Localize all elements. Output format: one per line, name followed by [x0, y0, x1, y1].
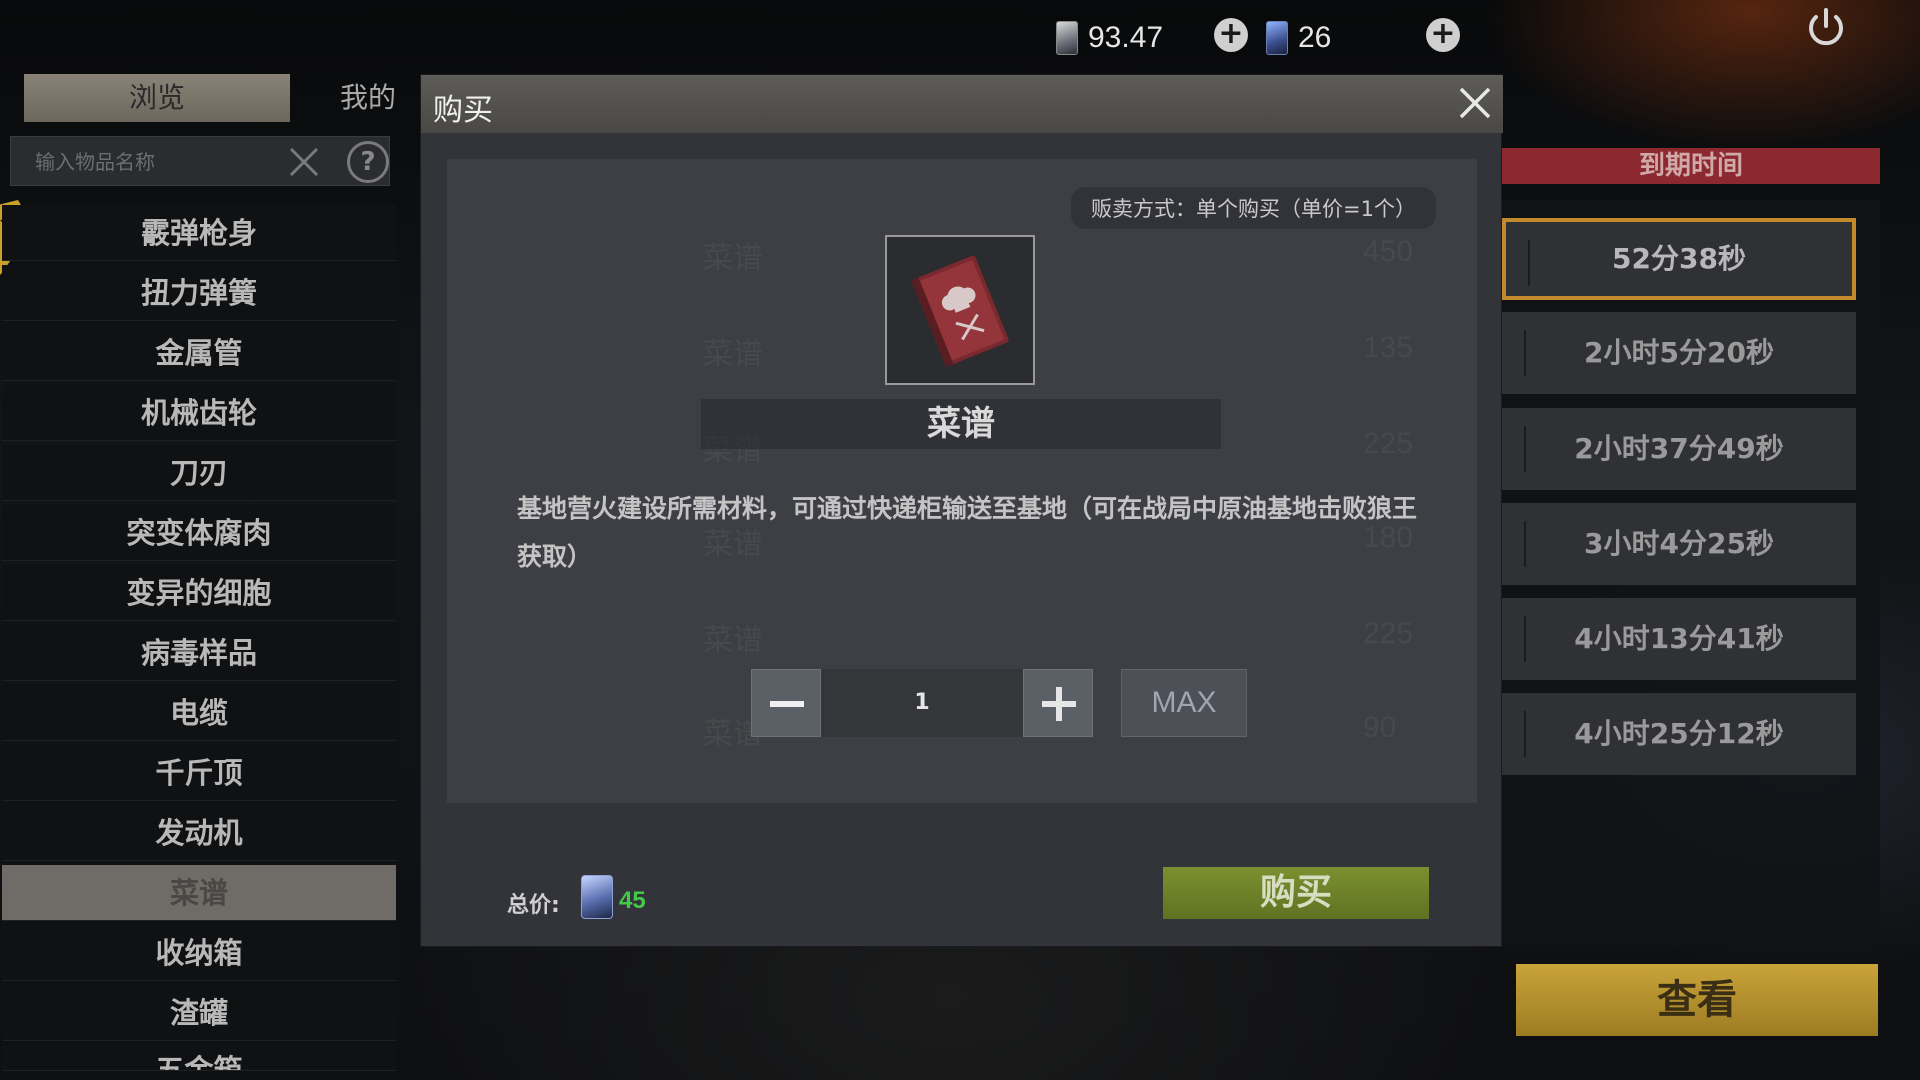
expiry-time: 3小时4分25秒: [1584, 527, 1774, 560]
increase-quantity-button[interactable]: [1023, 669, 1093, 737]
list-item[interactable]: 渣罐: [2, 985, 396, 1041]
list-item[interactable]: 五金箱: [2, 1045, 396, 1071]
list-item[interactable]: 刀刃: [2, 445, 396, 501]
currency-gold-value: 93.47: [1088, 21, 1164, 54]
currency-card-value: 26: [1298, 21, 1332, 54]
list-item[interactable]: 千斤顶: [2, 745, 396, 801]
add-currency-gold-button[interactable]: +: [1214, 18, 1248, 52]
dialog-header: 购买: [421, 75, 1503, 133]
category-list: 霰弹枪身 扭力弹簧 金属管 机械齿轮 刀刃 突变体腐肉 变异的细胞 病毒样品 电…: [2, 205, 396, 1075]
divider: [1524, 426, 1526, 472]
expiry-time: 52分38秒: [1612, 242, 1746, 275]
card-currency-icon: [581, 875, 613, 919]
list-item[interactable]: 霰弹枪身: [2, 205, 396, 261]
tab-mine[interactable]: 我的: [340, 74, 430, 122]
expiry-time: 2小时5分20秒: [1584, 336, 1774, 369]
divider: [1524, 711, 1526, 757]
expiry-time: 4小时13分41秒: [1574, 622, 1784, 655]
list-item[interactable]: 收纳箱: [2, 925, 396, 981]
list-item[interactable]: 突变体腐肉: [2, 505, 396, 561]
decrease-quantity-button[interactable]: [751, 669, 821, 737]
item-name: 菜谱: [701, 399, 1221, 449]
divider: [1524, 616, 1526, 662]
item-description: 基地营火建设所需材料，可通过快递柜输送至基地（可在战局中原油基地击败狼王获取）: [517, 494, 1418, 571]
search-input[interactable]: [35, 147, 265, 177]
background-listing-row: 菜谱 225: [703, 617, 1414, 658]
top-bar: 93.47 + 26 +: [0, 0, 1920, 72]
list-item[interactable]: 电缆: [2, 685, 396, 741]
expiry-time: 4小时25分12秒: [1574, 717, 1784, 750]
divider: [1528, 240, 1530, 286]
close-icon[interactable]: [1455, 83, 1495, 123]
currency-card: 26: [1266, 14, 1331, 62]
divider: [1524, 330, 1526, 376]
currency-gold: 93.47: [1056, 14, 1163, 62]
recipe-book-icon: [911, 255, 1009, 367]
list-item[interactable]: 机械齿轮: [2, 385, 396, 441]
listing-row[interactable]: 3小时4分25秒: [1502, 503, 1856, 585]
total-price-label: 总价:: [507, 893, 560, 918]
power-icon[interactable]: [1802, 4, 1850, 52]
listing-row-selected[interactable]: 52分38秒: [1502, 218, 1856, 300]
list-item[interactable]: 变异的细胞: [2, 565, 396, 621]
add-currency-card-button[interactable]: +: [1426, 18, 1460, 52]
list-item[interactable]: 病毒样品: [2, 625, 396, 681]
clear-search-icon[interactable]: [287, 145, 321, 179]
max-quantity-button[interactable]: MAX: [1121, 669, 1247, 737]
listing-row[interactable]: 2小时5分20秒: [1502, 312, 1856, 394]
listing-row[interactable]: 2小时37分49秒: [1502, 408, 1856, 490]
listing-row[interactable]: 4小时25分12秒: [1502, 693, 1856, 775]
card-currency-icon: [1266, 21, 1288, 55]
item-thumbnail: [885, 235, 1035, 385]
total-price-value: 45: [619, 887, 646, 914]
list-item[interactable]: 金属管: [2, 325, 396, 381]
help-icon[interactable]: ?: [347, 141, 389, 183]
dialog-title: 购买: [433, 93, 493, 128]
coin-icon: [1056, 21, 1078, 55]
divider: [1524, 521, 1526, 567]
list-item[interactable]: 扭力弹簧: [2, 265, 396, 321]
list-item-selected[interactable]: 菜谱: [2, 865, 396, 921]
tab-browse[interactable]: 浏览: [24, 74, 290, 122]
market-tabs: 浏览 我的: [0, 74, 430, 124]
purchase-dialog: 购买 菜谱 450 菜谱 135 菜谱 225 菜谱 180 菜谱 225 菜谱 90 贩卖…: [420, 74, 1503, 947]
search-box: ?: [10, 136, 390, 186]
expiry-column-header: 到期时间: [1502, 148, 1880, 184]
view-button[interactable]: 查看: [1516, 964, 1878, 1036]
listing-row[interactable]: 4小时13分41秒: [1502, 598, 1856, 680]
expiry-time: 2小时37分49秒: [1574, 432, 1784, 465]
buy-button[interactable]: 购买: [1163, 867, 1429, 919]
quantity-value[interactable]: 1: [821, 669, 1023, 737]
list-item[interactable]: 发动机: [2, 805, 396, 861]
sale-mode-label: 贩卖方式：单个购买（单价=1个）: [1071, 187, 1436, 229]
